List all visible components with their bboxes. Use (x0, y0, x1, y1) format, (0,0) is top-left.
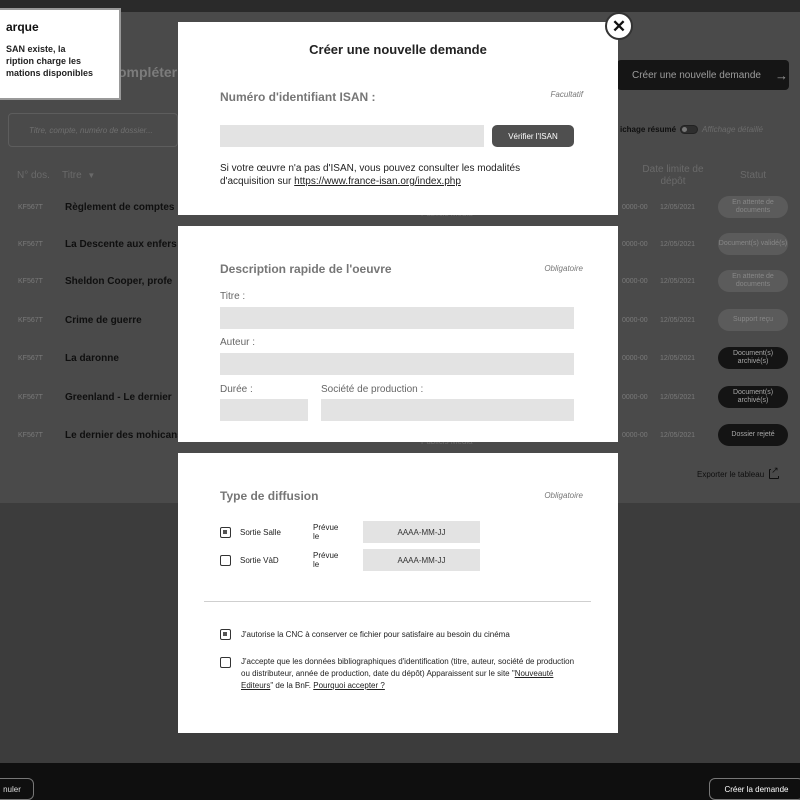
row-title[interactable]: Greenland - Le dernier (65, 392, 172, 403)
status-badge: Document(s) archivé(s) (718, 386, 788, 408)
theater-date-input[interactable]: AAAA-MM-JJ (363, 521, 480, 543)
verify-isan-button[interactable]: Vérifier l'ISAN (492, 125, 574, 147)
row-title[interactable]: Sheldon Cooper, profe (65, 276, 172, 287)
row-title[interactable]: La Descente aux enfers (65, 239, 177, 250)
modal-isan-section: Créer une nouvelle demande Numéro d'iden… (178, 22, 618, 215)
bnf-consent-text: J'accepte que les données bibliographiqu… (241, 656, 581, 692)
row-code: 0000-00 (622, 432, 648, 439)
remark-text: SAN existe, la ription charge les mation… (6, 44, 94, 78)
author-field[interactable] (220, 353, 574, 375)
duration-label: Durée : (220, 384, 253, 395)
row-code: 0000-00 (622, 394, 648, 401)
view-detailed-label: Affichage détaillé (702, 125, 763, 134)
sort-down-icon: ▼ (87, 171, 96, 180)
vod-label: Sortie VàD (240, 555, 279, 565)
column-header-title[interactable]: Titre ▼ (62, 170, 95, 181)
row-title[interactable]: Crime de guerre (65, 315, 142, 326)
diffusion-option-theater: Sortie Salle Prévue le AAAA-MM-JJ (220, 521, 480, 543)
modal-description-section: Description rapide de l'oeuvre Obligatoi… (178, 226, 618, 442)
row-code: 0000-00 (622, 355, 648, 362)
vod-planned-label: Prévue le (313, 551, 339, 569)
status-badge: Dossier rejeté (718, 424, 788, 446)
row-code: 0000-00 (622, 317, 648, 324)
column-header-deadline[interactable]: Date limite de dépôt (640, 164, 706, 188)
close-icon[interactable]: ✕ (605, 12, 633, 40)
title-field[interactable] (220, 307, 574, 329)
row-title[interactable]: La daronne (65, 353, 119, 364)
cnc-consent-text: J'autorise la CNC à conserver ce fichier… (241, 630, 510, 639)
row-deadline: 12/05/2021 (660, 204, 696, 211)
why-accept-link[interactable]: Pourquoi accepter ? (313, 681, 385, 690)
duration-field[interactable] (220, 399, 308, 421)
theater-planned-label: Prévue le (313, 523, 339, 541)
modal-title: Créer une nouvelle demande (309, 42, 487, 57)
status-badge: En attente de documents (718, 196, 788, 218)
row-id: KF567T (18, 278, 43, 285)
create-request-label: Créer une nouvelle demande (632, 69, 761, 81)
cancel-button[interactable]: nuler (0, 778, 34, 800)
create-request-button[interactable]: Créer une nouvelle demande → (617, 60, 789, 90)
column-header-status[interactable]: Statut (740, 170, 766, 181)
toggle-switch[interactable] (680, 125, 699, 134)
status-badge: En attente de documents (718, 270, 788, 292)
production-company-label: Société de production : (321, 384, 424, 395)
row-deadline: 12/05/2021 (660, 355, 696, 362)
modal-diffusion-section: Type de diffusion Obligatoire Sortie Sal… (178, 453, 618, 733)
theater-label: Sortie Salle (240, 527, 281, 537)
page-title: ompléter / (118, 64, 185, 80)
remark-title: arque (6, 20, 39, 34)
row-title[interactable]: Le dernier des mohicans (65, 430, 183, 441)
row-id: KF567T (18, 355, 43, 362)
export-label: Exporter le tableau (697, 469, 765, 479)
column-title-label: Titre (62, 170, 82, 181)
row-id: KF567T (18, 204, 43, 211)
description-heading: Description rapide de l'oeuvre (220, 262, 392, 276)
row-deadline: 12/05/2021 (660, 241, 696, 248)
external-link-icon (769, 465, 780, 479)
section-divider (204, 601, 591, 602)
footer-bar (0, 763, 800, 800)
search-input[interactable]: Titre, compte, numéro de dossier... (8, 113, 178, 147)
isan-help-text: Si votre œuvre n'a pas d'ISAN, vous pouv… (220, 162, 570, 188)
row-deadline: 12/05/2021 (660, 432, 696, 439)
diffusion-option-vod: Sortie VàD Prévue le AAAA-MM-JJ (220, 549, 480, 571)
remark-tooltip: arque SAN existe, la ription charge les … (0, 8, 121, 100)
column-header-id[interactable]: N° dos. (17, 170, 50, 181)
author-label: Auteur : (220, 337, 256, 348)
isan-heading: Numéro d'identifiant ISAN : (220, 90, 376, 104)
diffusion-required-tag: Obligatoire (544, 491, 583, 500)
export-table-link[interactable]: Exporter le tableau (697, 465, 780, 479)
row-code: 0000-00 (622, 278, 648, 285)
view-summary-label: ichage résumé (620, 125, 677, 134)
row-deadline: 12/05/2021 (660, 278, 696, 285)
status-badge: Document(s) archivé(s) (718, 347, 788, 369)
arrow-right-icon: → (774, 67, 788, 83)
status-badge: Document(s) validé(s) (718, 233, 788, 255)
view-toggle[interactable]: ichage résumé Affichage détaillé (620, 125, 763, 134)
row-id: KF567T (18, 394, 43, 401)
status-badge: Support reçu (718, 309, 788, 331)
row-deadline: 12/05/2021 (660, 394, 696, 401)
bnf-consent-text-2: " de la BnF. (270, 681, 314, 690)
row-id: KF567T (18, 432, 43, 439)
description-required-tag: Obligatoire (544, 264, 583, 273)
bnf-consent-checkbox[interactable] (220, 657, 231, 668)
isan-optional-tag: Facultatif (550, 90, 583, 99)
row-code: 0000-00 (622, 204, 648, 211)
theater-checkbox[interactable] (220, 526, 231, 538)
isan-input[interactable] (220, 125, 484, 147)
cnc-consent-checkbox[interactable] (220, 629, 231, 640)
vod-checkbox[interactable] (220, 554, 231, 566)
row-deadline: 12/05/2021 (660, 317, 696, 324)
production-company-field[interactable] (321, 399, 574, 421)
row-id: KF567T (18, 241, 43, 248)
diffusion-heading: Type de diffusion (220, 489, 319, 503)
submit-request-button[interactable]: Créer la demande (709, 778, 800, 800)
title-label: Titre : (220, 291, 246, 302)
vod-date-input[interactable]: AAAA-MM-JJ (363, 549, 480, 571)
isan-website-link[interactable]: https://www.france-isan.org/index.php (294, 176, 461, 187)
row-title[interactable]: Règlement de comptes (65, 202, 174, 213)
row-id: KF567T (18, 317, 43, 324)
row-code: 0000-00 (622, 241, 648, 248)
